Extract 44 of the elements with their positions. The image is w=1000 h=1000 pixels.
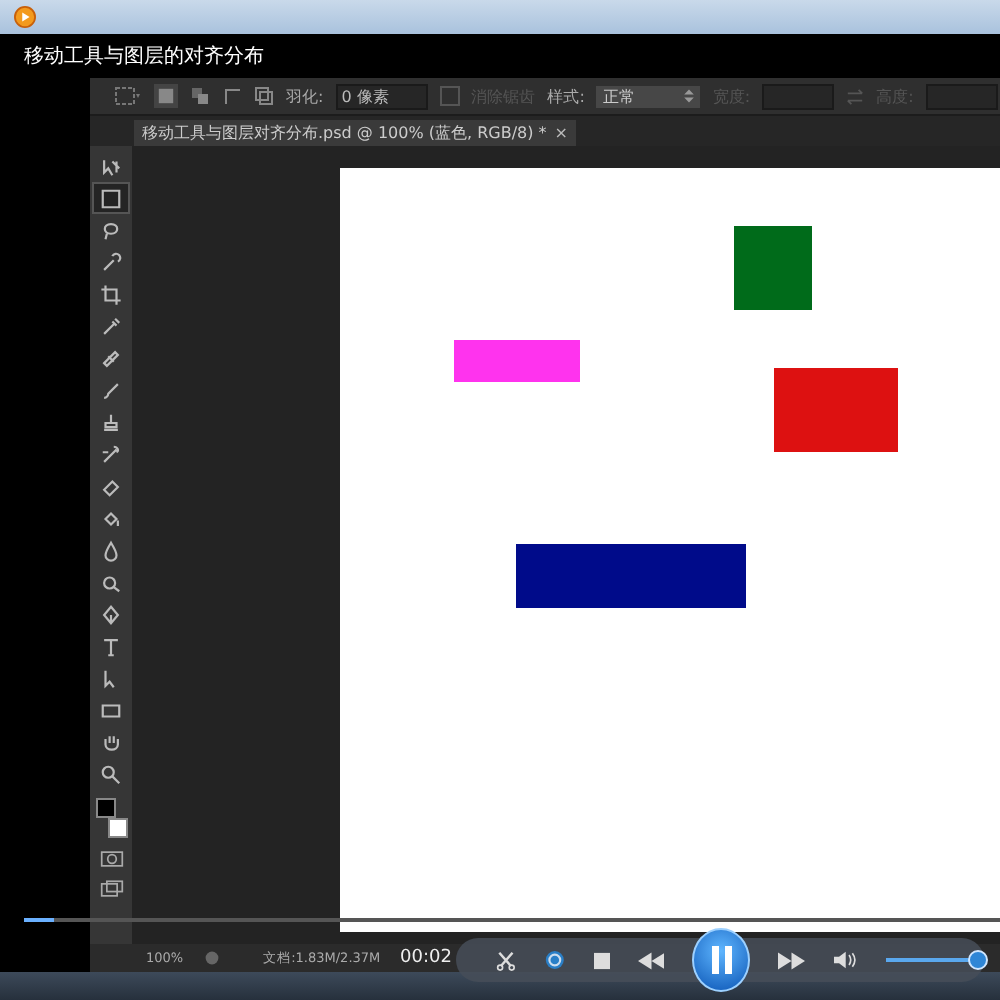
style-dropdown[interactable]: 正常 [596, 85, 701, 107]
intersect-selection-icon[interactable] [254, 86, 274, 106]
quick-mask-icon[interactable] [99, 850, 123, 868]
tab-close-button[interactable]: × [554, 124, 568, 142]
drop-tool-icon [100, 539, 122, 561]
volume-slider-thumb[interactable] [967, 950, 988, 970]
brush-tool-icon [100, 379, 122, 401]
stamp-tool-icon [100, 411, 122, 433]
crop-tool-icon [100, 283, 122, 305]
marquee-tool-icon [100, 187, 122, 209]
feather-label: 羽化: [286, 85, 324, 107]
player-logo-icon [14, 6, 36, 28]
document-tab[interactable]: 移动工具与图层对齐分布.psd @ 100% (蓝色, RGB/8) * × [134, 120, 576, 146]
playback-time: 00:02 [400, 948, 452, 968]
subtract-selection-icon[interactable] [222, 86, 242, 106]
move-tool-icon [100, 155, 122, 177]
zoom-tool-icon [100, 763, 122, 785]
bucket-tool-icon [100, 507, 122, 529]
type-tool-icon [100, 635, 122, 657]
foreground-color-swatch[interactable] [96, 798, 116, 818]
add-selection-icon[interactable] [190, 86, 210, 106]
scissors-icon[interactable] [496, 949, 516, 971]
eraser-tool-icon [100, 475, 122, 497]
background-color-swatch[interactable] [108, 818, 128, 838]
hand-tool-icon [100, 731, 122, 753]
eyedropper-tool-icon [100, 315, 122, 337]
history-brush-tool-icon [100, 443, 122, 465]
stop-icon[interactable] [593, 951, 610, 969]
new-selection-icon[interactable] [154, 84, 178, 108]
video-title: 移动工具与图层的对齐分布 [24, 43, 264, 70]
lasso-tool-icon [100, 219, 122, 241]
dropdown-arrows-icon [684, 88, 695, 104]
feather-field[interactable]: 0 像素 [335, 83, 428, 109]
quick-select-tool-icon [100, 251, 122, 273]
rectangle-tool-icon [100, 699, 122, 721]
bandage-tool-icon [100, 347, 122, 369]
style-label: 样式: [547, 85, 585, 107]
tool-button[interactable] [94, 184, 128, 212]
repeat-icon[interactable] [543, 948, 566, 972]
marquee-preset-icon[interactable] [114, 86, 142, 106]
status-info-icon[interactable] [203, 950, 220, 966]
speaker-icon[interactable] [833, 950, 857, 970]
screen-mode-icon[interactable] [99, 880, 123, 898]
pause-icon [709, 946, 734, 974]
